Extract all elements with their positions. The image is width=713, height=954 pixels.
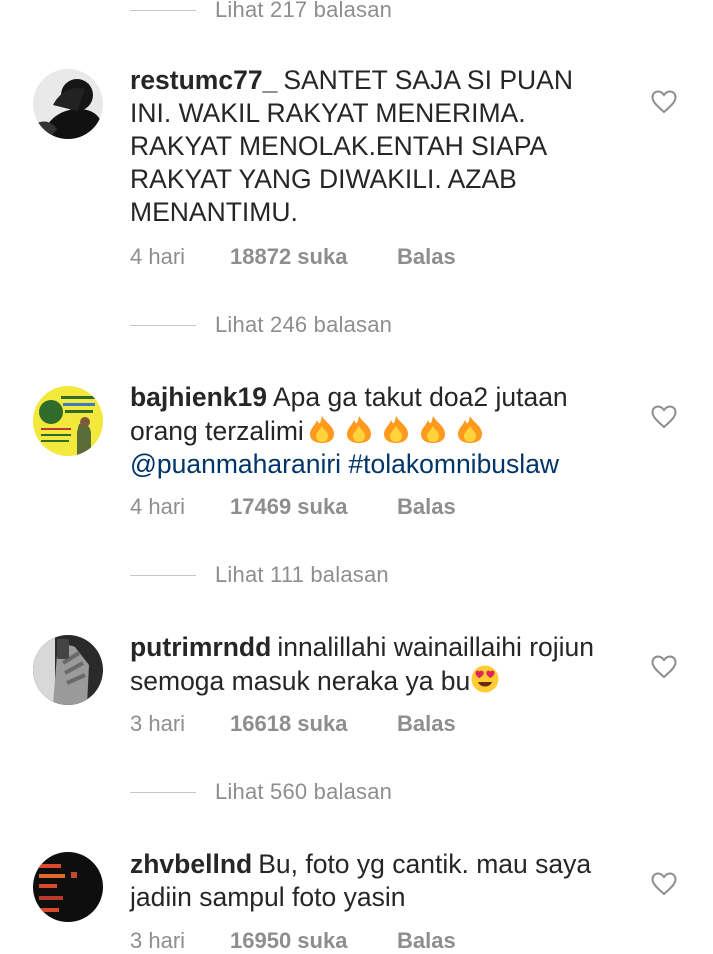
comment-username[interactable]: bajhienk19 (130, 382, 267, 412)
comment-username[interactable]: zhvbellnd (130, 849, 252, 879)
reply-button[interactable]: Balas (397, 244, 456, 270)
comment-body: bajhienk19 Apa ga takut doa2 jutaan orang… (130, 381, 610, 481)
like-heart-icon[interactable] (651, 90, 677, 114)
hashtag-link[interactable]: #tolakomnibuslaw (348, 449, 559, 479)
fire-emoji (383, 416, 408, 443)
avatar-image (33, 635, 103, 705)
avatar-image (33, 69, 103, 139)
view-replies-label: Lihat 560 balasan (215, 779, 393, 804)
avatar[interactable] (33, 635, 103, 705)
fire-emoji-group (304, 416, 489, 446)
mention-link[interactable]: @puanmaharaniri (130, 449, 341, 479)
view-replies-button[interactable]: Lihat 560 balasan (130, 779, 392, 805)
replies-divider (130, 791, 196, 793)
comment-likes[interactable]: 16950 suka (230, 928, 397, 954)
like-heart-icon[interactable] (651, 405, 677, 429)
fire-emoji (457, 416, 482, 443)
comment-meta: 3 hari 16950 suka Balas (130, 928, 456, 954)
comment-meta: 3 hari 16618 suka Balas (130, 711, 456, 737)
view-replies-label: Lihat 111 balasan (215, 562, 389, 587)
comment-likes[interactable]: 18872 suka (230, 244, 397, 270)
comment-meta: 4 hari 18872 suka Balas (130, 244, 456, 270)
comment-body: zhvbellnd Bu, foto yg cantik. mau saya ja… (130, 848, 610, 914)
view-replies-label: Lihat 246 balasan (215, 312, 393, 337)
replies-divider (130, 574, 196, 576)
avatar-image (33, 386, 103, 456)
avatar[interactable] (33, 386, 103, 456)
view-replies-button[interactable]: Lihat 111 balasan (130, 562, 389, 588)
comment-likes[interactable]: 16618 suka (230, 711, 397, 737)
reply-button[interactable]: Balas (397, 494, 456, 520)
replies-divider (130, 9, 196, 11)
comment-time: 4 hari (130, 494, 186, 519)
fire-emoji (420, 416, 445, 443)
avatar-image (33, 852, 103, 922)
comment-likes[interactable]: 17469 suka (230, 494, 397, 520)
comment-time: 3 hari (130, 711, 186, 736)
avatar[interactable] (33, 852, 103, 922)
like-heart-icon[interactable] (651, 655, 677, 679)
comment-meta: 4 hari 17469 suka Balas (130, 494, 456, 520)
avatar[interactable] (33, 69, 103, 139)
replies-divider (130, 324, 196, 326)
fire-emoji (346, 416, 371, 443)
view-replies-button[interactable]: Lihat 246 balasan (130, 312, 392, 338)
comment-time: 3 hari (130, 928, 186, 953)
like-heart-icon[interactable] (651, 872, 677, 896)
comment-username[interactable]: putrimrndd (130, 632, 271, 662)
comment-body: putrimrndd innalillahi wainaillaihi rojiu… (130, 631, 610, 698)
reply-button[interactable]: Balas (397, 928, 456, 954)
comment-time: 4 hari (130, 244, 186, 269)
view-replies-label: Lihat 217 balasan (215, 0, 393, 22)
comment-username[interactable]: restumc77_ (130, 65, 277, 95)
fire-emoji (309, 416, 334, 443)
reply-button[interactable]: Balas (397, 711, 456, 737)
comment-body: restumc77_ SANTET SAJA SI PUAN INI. WAKIL… (130, 64, 610, 229)
heart-eyes-emoji (471, 665, 499, 693)
view-replies-button[interactable]: Lihat 217 balasan (130, 0, 392, 23)
